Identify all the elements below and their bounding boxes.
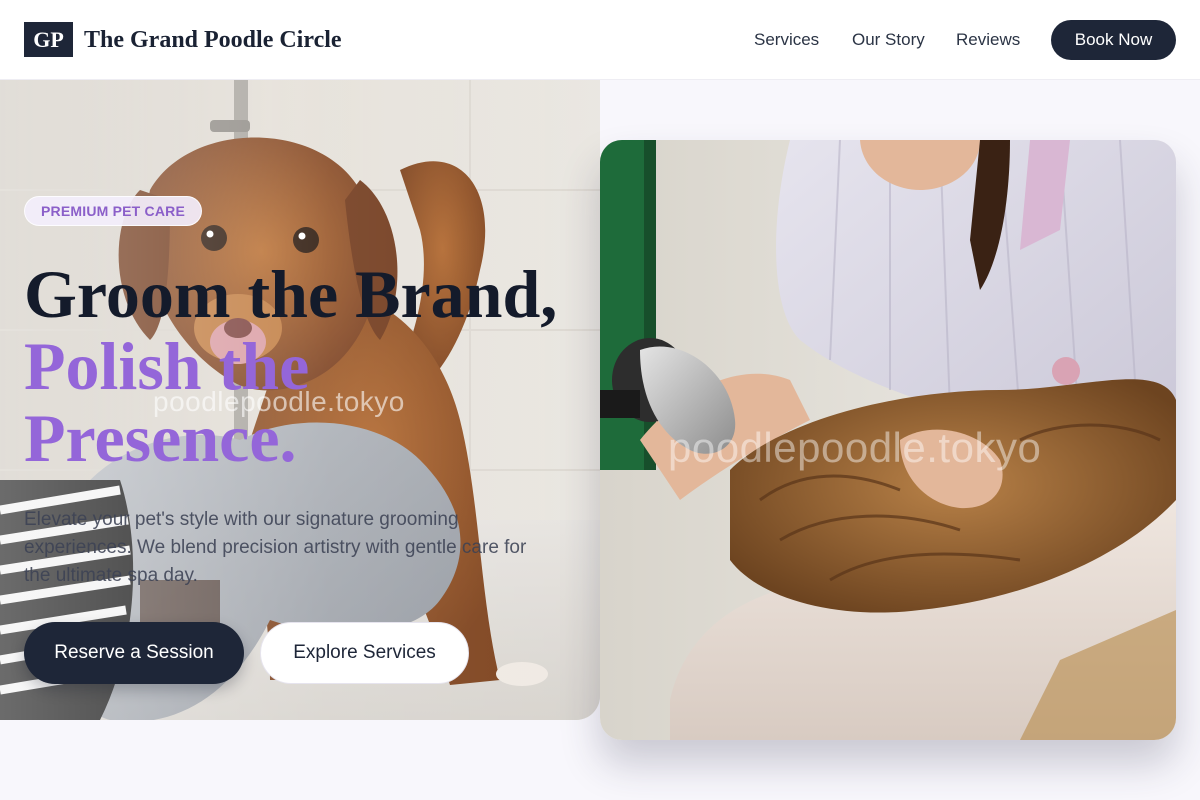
premium-badge: PREMIUM PET CARE <box>24 196 202 226</box>
headline-line-3: Presence. <box>24 400 297 476</box>
logo-mark[interactable]: GP <box>24 22 73 57</box>
nav-link-reviews[interactable]: Reviews <box>956 30 1020 50</box>
nav-link-services[interactable]: Services <box>754 30 819 50</box>
book-now-button[interactable]: Book Now <box>1051 20 1176 60</box>
explore-services-button[interactable]: Explore Services <box>260 622 469 684</box>
hero-subtext: Elevate your pet's style with our signat… <box>24 509 527 586</box>
grooming-photo-card <box>600 140 1176 740</box>
hero-headline: Groom the Brand, Polish the Presence. <box>24 258 584 474</box>
reserve-session-button[interactable]: Reserve a Session <box>24 622 244 684</box>
site-header: GP The Grand Poodle Circle Services Our … <box>0 0 1200 80</box>
nav-link-our-story[interactable]: Our Story <box>852 30 925 50</box>
headline-line-2: Polish the <box>24 328 310 404</box>
brand-name[interactable]: The Grand Poodle Circle <box>84 26 342 54</box>
headline-line-1: Groom the Brand, <box>24 256 558 332</box>
